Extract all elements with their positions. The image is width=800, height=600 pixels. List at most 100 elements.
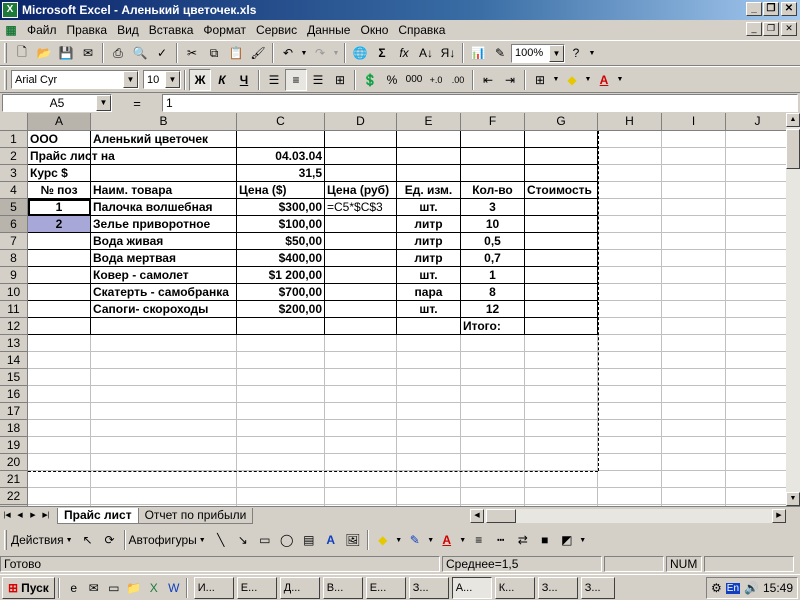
cell-f17[interactable] bbox=[461, 403, 525, 420]
cell-a14[interactable] bbox=[28, 352, 91, 369]
cell-a4[interactable]: № поз bbox=[28, 182, 91, 199]
cell-h14[interactable] bbox=[598, 352, 662, 369]
scroll-down-icon[interactable]: ▼ bbox=[786, 492, 800, 506]
doc-close-button[interactable]: ✕ bbox=[781, 22, 797, 36]
cell-f11[interactable]: 12 bbox=[461, 301, 525, 318]
cell-b8[interactable]: Вода мертвая bbox=[91, 250, 237, 267]
cell-i2[interactable] bbox=[662, 148, 726, 165]
row-header[interactable]: 17 bbox=[0, 403, 28, 420]
cell-i17[interactable] bbox=[662, 403, 726, 420]
taskbar-task[interactable]: В... bbox=[322, 576, 363, 599]
column-header-c[interactable]: C bbox=[237, 113, 325, 131]
word-quick-icon[interactable]: W bbox=[165, 579, 183, 597]
cell-a17[interactable] bbox=[28, 403, 91, 420]
cell-f4[interactable]: Кол-во bbox=[461, 182, 525, 199]
cell-b17[interactable] bbox=[91, 403, 237, 420]
cell-f10[interactable]: 8 bbox=[461, 284, 525, 301]
cell-f12[interactable]: Итого: bbox=[461, 318, 525, 335]
cell-h17[interactable] bbox=[598, 403, 662, 420]
cell-b4[interactable]: Наим. товара bbox=[91, 182, 237, 199]
cell-e7[interactable]: литр bbox=[397, 233, 461, 250]
cell-d2[interactable] bbox=[325, 148, 397, 165]
cell-h18[interactable] bbox=[598, 420, 662, 437]
textbox-icon[interactable]: ▤ bbox=[298, 529, 320, 551]
cell-a15[interactable] bbox=[28, 369, 91, 386]
cell-d14[interactable] bbox=[325, 352, 397, 369]
menu-tools[interactable]: Сервис bbox=[251, 23, 302, 37]
first-sheet-icon[interactable]: |◀ bbox=[1, 509, 13, 523]
cell-d21[interactable] bbox=[325, 471, 397, 488]
cell-j9[interactable] bbox=[726, 267, 786, 284]
row-header[interactable]: 14 bbox=[0, 352, 28, 369]
cell-b21[interactable] bbox=[91, 471, 237, 488]
cell-e6[interactable]: литр bbox=[397, 216, 461, 233]
cell-b3[interactable] bbox=[91, 165, 237, 182]
chevron-down-icon[interactable]: ▼ bbox=[96, 95, 111, 111]
cell-f8[interactable]: 0,7 bbox=[461, 250, 525, 267]
chart-wizard-icon[interactable]: 📊 bbox=[467, 42, 489, 64]
cell-c14[interactable] bbox=[237, 352, 325, 369]
cell-a22[interactable] bbox=[28, 488, 91, 505]
font-color-icon[interactable]: A bbox=[593, 69, 615, 91]
cell-j10[interactable] bbox=[726, 284, 786, 301]
cell-g14[interactable] bbox=[525, 352, 598, 369]
undo-icon[interactable]: ↶ bbox=[277, 42, 299, 64]
cell-i5[interactable] bbox=[662, 199, 726, 216]
spelling-icon[interactable]: ✓ bbox=[151, 42, 173, 64]
cell-j11[interactable] bbox=[726, 301, 786, 318]
cell-g7[interactable] bbox=[525, 233, 598, 250]
underline-button[interactable]: Ч bbox=[233, 69, 255, 91]
cell-h13[interactable] bbox=[598, 335, 662, 352]
cell-i3[interactable] bbox=[662, 165, 726, 182]
dash-style-icon[interactable]: ┅ bbox=[490, 529, 512, 551]
column-header-h[interactable]: H bbox=[598, 113, 662, 131]
row-header[interactable]: 21 bbox=[0, 471, 28, 488]
cell-a11[interactable] bbox=[28, 301, 91, 318]
cell-b6[interactable]: Зелье приворотное bbox=[91, 216, 237, 233]
cell-i21[interactable] bbox=[662, 471, 726, 488]
cell-h20[interactable] bbox=[598, 454, 662, 471]
doc-restore-button[interactable]: ❐ bbox=[763, 22, 779, 36]
cell-b14[interactable] bbox=[91, 352, 237, 369]
rectangle-icon[interactable]: ▭ bbox=[254, 529, 276, 551]
hyperlink-icon[interactable]: 🌐 bbox=[349, 42, 371, 64]
taskbar-task[interactable]: Д... bbox=[279, 576, 320, 599]
cell-f18[interactable] bbox=[461, 420, 525, 437]
cell-e1[interactable] bbox=[397, 131, 461, 148]
cell-d10[interactable] bbox=[325, 284, 397, 301]
cell-c5[interactable]: $300,00 bbox=[237, 199, 325, 216]
cell-h11[interactable] bbox=[598, 301, 662, 318]
cell-e19[interactable] bbox=[397, 437, 461, 454]
chevron-down-icon[interactable]: ▼ bbox=[123, 71, 138, 88]
thousands-button[interactable]: 000 bbox=[403, 69, 425, 91]
cell-a6[interactable]: 2 bbox=[28, 216, 91, 233]
cell-g13[interactable] bbox=[525, 335, 598, 352]
cut-icon[interactable]: ✂ bbox=[181, 42, 203, 64]
cell-i22[interactable] bbox=[662, 488, 726, 505]
menu-help[interactable]: Справка bbox=[393, 23, 450, 37]
network-icon[interactable]: ⚙ bbox=[711, 581, 722, 595]
cell-e18[interactable] bbox=[397, 420, 461, 437]
cell-d8[interactable] bbox=[325, 250, 397, 267]
cell-g19[interactable] bbox=[525, 437, 598, 454]
cell-i7[interactable] bbox=[662, 233, 726, 250]
cell-j8[interactable] bbox=[726, 250, 786, 267]
menu-view[interactable]: Вид bbox=[112, 23, 144, 37]
currency-icon[interactable]: 💲 bbox=[359, 69, 381, 91]
cell-c12[interactable] bbox=[237, 318, 325, 335]
cell-g4[interactable]: Стоимость bbox=[525, 182, 598, 199]
taskbar-task[interactable]: З... bbox=[580, 576, 615, 599]
line-style-icon[interactable]: ≡ bbox=[468, 529, 490, 551]
zoom-select[interactable]: 100% ▼ bbox=[511, 43, 565, 63]
cell-c18[interactable] bbox=[237, 420, 325, 437]
cell-d20[interactable] bbox=[325, 454, 397, 471]
paste-icon[interactable]: 📋 bbox=[225, 42, 247, 64]
column-header-g[interactable]: G bbox=[525, 113, 598, 131]
cell-i14[interactable] bbox=[662, 352, 726, 369]
column-header-b[interactable]: B bbox=[91, 113, 237, 131]
cell-e17[interactable] bbox=[397, 403, 461, 420]
cell-j4[interactable] bbox=[726, 182, 786, 199]
cell-j5[interactable] bbox=[726, 199, 786, 216]
cell-i6[interactable] bbox=[662, 216, 726, 233]
print-preview-icon[interactable]: 🔍 bbox=[129, 42, 151, 64]
